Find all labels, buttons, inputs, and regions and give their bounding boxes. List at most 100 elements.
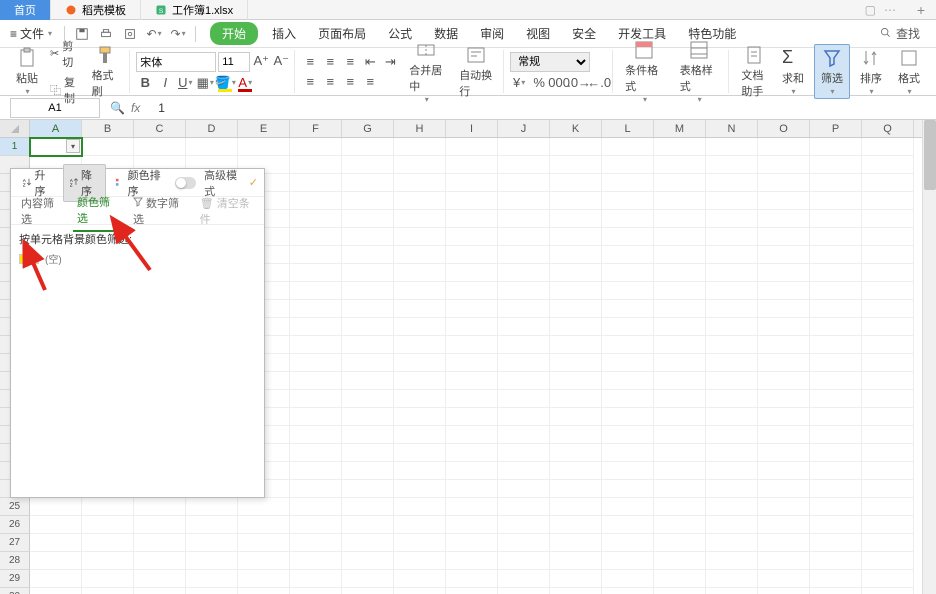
cell[interactable] <box>186 570 238 588</box>
cell[interactable] <box>602 210 654 228</box>
cell[interactable] <box>238 138 290 156</box>
cell[interactable] <box>758 462 810 480</box>
cell[interactable] <box>706 174 758 192</box>
cell[interactable] <box>550 264 602 282</box>
cell[interactable] <box>706 426 758 444</box>
cell[interactable] <box>290 498 342 516</box>
cell[interactable] <box>862 318 914 336</box>
cell[interactable] <box>550 480 602 498</box>
cell[interactable] <box>654 210 706 228</box>
cell[interactable] <box>498 570 550 588</box>
cell[interactable] <box>498 156 550 174</box>
cell[interactable] <box>758 552 810 570</box>
cell[interactable] <box>290 228 342 246</box>
cell[interactable] <box>446 372 498 390</box>
cell[interactable] <box>238 570 290 588</box>
cell[interactable] <box>550 372 602 390</box>
align-left-icon[interactable]: ≡ <box>301 73 319 91</box>
cell[interactable] <box>810 570 862 588</box>
menu-review[interactable]: 审阅 <box>472 25 512 42</box>
cell[interactable] <box>446 246 498 264</box>
col-header-P[interactable]: P <box>810 120 862 137</box>
cell[interactable] <box>602 264 654 282</box>
cell[interactable] <box>290 210 342 228</box>
col-header-L[interactable]: L <box>602 120 654 137</box>
cell[interactable] <box>446 552 498 570</box>
cell[interactable] <box>550 516 602 534</box>
cell[interactable] <box>550 336 602 354</box>
cell[interactable] <box>342 498 394 516</box>
cell[interactable] <box>758 210 810 228</box>
cell[interactable] <box>654 444 706 462</box>
bold-button[interactable]: B <box>136 74 154 92</box>
cell[interactable] <box>550 192 602 210</box>
cell[interactable] <box>290 534 342 552</box>
cell[interactable] <box>498 354 550 372</box>
cell[interactable] <box>706 390 758 408</box>
cell[interactable] <box>862 444 914 462</box>
cell[interactable] <box>290 516 342 534</box>
col-header-B[interactable]: B <box>82 120 134 137</box>
cell[interactable] <box>498 336 550 354</box>
cell[interactable] <box>498 372 550 390</box>
cell[interactable] <box>550 138 602 156</box>
cell[interactable] <box>30 552 82 570</box>
decrease-decimal-icon[interactable]: ←.0 <box>590 74 608 92</box>
cell[interactable] <box>654 570 706 588</box>
cell[interactable] <box>394 444 446 462</box>
cell[interactable] <box>446 192 498 210</box>
cell[interactable] <box>550 228 602 246</box>
cell[interactable] <box>446 498 498 516</box>
cell[interactable] <box>290 174 342 192</box>
cell[interactable] <box>810 282 862 300</box>
tab-home[interactable]: 首页 <box>0 0 51 20</box>
cell[interactable] <box>498 138 550 156</box>
cell[interactable] <box>82 138 134 156</box>
cell[interactable] <box>290 390 342 408</box>
cell[interactable] <box>446 426 498 444</box>
cell[interactable] <box>238 588 290 594</box>
cell[interactable] <box>862 300 914 318</box>
cell[interactable] <box>30 588 82 594</box>
col-header-A[interactable]: A <box>30 120 82 137</box>
increase-decimal-icon[interactable]: .0→ <box>570 74 588 92</box>
conditional-format-button[interactable]: 条件格式▾ <box>619 37 670 106</box>
col-header-K[interactable]: K <box>550 120 602 137</box>
cell[interactable] <box>238 516 290 534</box>
cell[interactable] <box>706 570 758 588</box>
cell[interactable] <box>394 588 446 594</box>
row-header[interactable]: 27 <box>0 534 30 552</box>
cell[interactable] <box>342 174 394 192</box>
cell[interactable] <box>654 498 706 516</box>
cell[interactable] <box>654 138 706 156</box>
cell[interactable] <box>30 498 82 516</box>
cell[interactable] <box>446 408 498 426</box>
cell[interactable] <box>82 552 134 570</box>
cell[interactable] <box>498 174 550 192</box>
cell[interactable] <box>290 426 342 444</box>
cell[interactable] <box>758 516 810 534</box>
col-header-Q[interactable]: Q <box>862 120 914 137</box>
cell[interactable] <box>654 588 706 594</box>
print-icon[interactable] <box>97 25 115 43</box>
cell[interactable] <box>654 552 706 570</box>
cell[interactable] <box>342 264 394 282</box>
cell[interactable] <box>602 372 654 390</box>
name-box[interactable]: A1 <box>10 98 100 118</box>
cell[interactable] <box>394 318 446 336</box>
cell[interactable] <box>862 210 914 228</box>
menu-search[interactable]: 查找 <box>879 25 930 42</box>
cell[interactable] <box>862 246 914 264</box>
print-preview-icon[interactable] <box>121 25 139 43</box>
cell[interactable] <box>758 354 810 372</box>
cell[interactable] <box>550 300 602 318</box>
cell[interactable] <box>290 318 342 336</box>
cell[interactable] <box>706 516 758 534</box>
cell[interactable] <box>654 228 706 246</box>
cell[interactable] <box>394 282 446 300</box>
cell[interactable] <box>550 426 602 444</box>
cell[interactable] <box>446 156 498 174</box>
cell[interactable] <box>654 426 706 444</box>
align-top-icon[interactable]: ≡ <box>301 53 319 71</box>
cell[interactable] <box>758 318 810 336</box>
